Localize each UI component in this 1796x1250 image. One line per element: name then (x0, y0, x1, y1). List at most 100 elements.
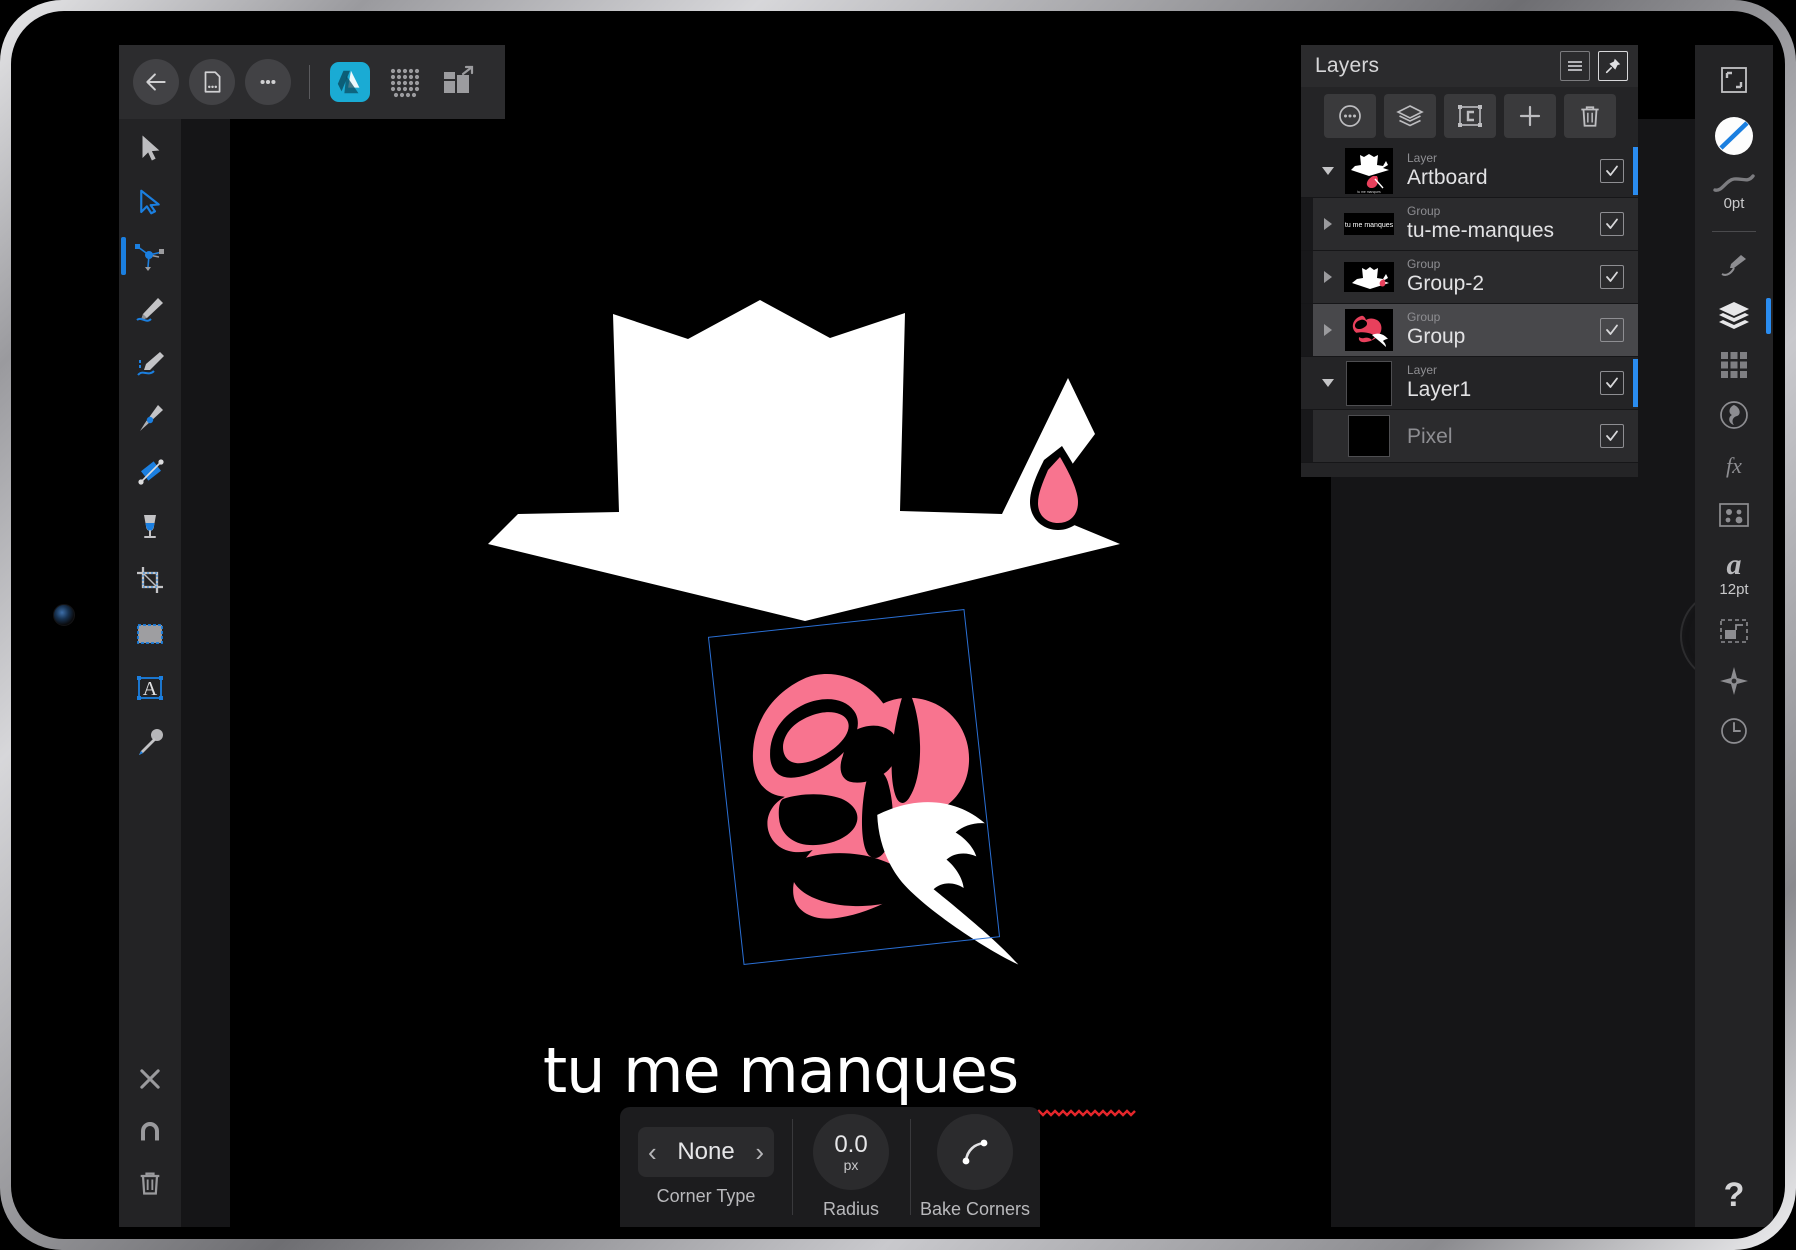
chevron-right-icon[interactable]: › (755, 1139, 764, 1165)
adjustments-studio-button[interactable] (1695, 390, 1773, 440)
rose-group-selection-box[interactable] (708, 609, 1000, 965)
layer-visibility-checkbox[interactable] (1600, 371, 1624, 395)
fill-tool[interactable] (119, 501, 181, 551)
layer-thumbnail: tu me manques (1343, 149, 1395, 194)
delete-layer-button[interactable] (1564, 94, 1616, 138)
vector-brush-icon (134, 348, 166, 380)
hamburger-icon (1566, 59, 1584, 73)
layers-stack-icon (1396, 102, 1424, 130)
svg-text:A: A (143, 678, 158, 700)
layer-row-group[interactable]: Group Group (1301, 304, 1638, 357)
transform-studio-button[interactable] (1695, 55, 1773, 105)
shape-builder-tool[interactable] (119, 447, 181, 497)
pen-tool[interactable] (119, 393, 181, 443)
move-tool[interactable] (119, 123, 181, 173)
dot-grid-icon (387, 65, 421, 99)
layers-list: tu me manques Layer Artboard (1301, 145, 1638, 463)
disclosure-down-icon[interactable] (1313, 163, 1343, 179)
layer-name: Group (1407, 324, 1600, 349)
crop-tool[interactable] (119, 555, 181, 605)
layers-stack-icon (1717, 299, 1751, 331)
deselect-button[interactable] (119, 1053, 181, 1105)
layer-kind: Layer (1407, 364, 1600, 377)
stroke-studio-button[interactable]: 0pt (1695, 161, 1773, 223)
layer-visibility-checkbox[interactable] (1600, 265, 1624, 289)
layer-visibility-checkbox[interactable] (1600, 212, 1624, 236)
layer-row-pixel[interactable]: Pixel (1301, 410, 1638, 463)
fx-icon: fx (1717, 450, 1751, 480)
snapping-button[interactable] (119, 1105, 181, 1157)
assets-studio-button[interactable] (1695, 490, 1773, 540)
layer-row-tu-me-manques[interactable]: tu me manques Group tu-me-manques (1301, 198, 1638, 251)
swatches-studio-button[interactable] (1695, 340, 1773, 390)
export-studio-button[interactable] (1695, 606, 1773, 656)
help-button[interactable]: ? (1695, 1163, 1773, 1227)
wordmark-text[interactable]: tu me manques (230, 1034, 1331, 1107)
node-tool[interactable] (119, 231, 181, 281)
layer-row-group-2[interactable]: Group Group-2 (1301, 251, 1638, 304)
back-button[interactable] (133, 59, 179, 105)
typography-a-icon: a (1717, 548, 1751, 580)
tablet-screen: tu me manques (11, 11, 1785, 1239)
colour-studio-button[interactable] (1695, 111, 1773, 161)
layer-label: Group Group (1395, 311, 1600, 349)
layer-visibility-checkbox[interactable] (1600, 159, 1624, 183)
compass-star-icon (1717, 665, 1751, 697)
layer-kind: Layer (1407, 152, 1600, 165)
more-options-button[interactable] (245, 59, 291, 105)
pencil-icon (134, 294, 166, 326)
radius-value-button[interactable]: 0.0 px (813, 1114, 889, 1190)
brushes-studio-button[interactable] (1695, 240, 1773, 290)
layer-selection-marker (1633, 147, 1638, 195)
transform-frame-icon (1719, 65, 1749, 95)
row-indent (1301, 357, 1313, 409)
bake-corners-button[interactable] (937, 1114, 1013, 1190)
row-indent (1301, 251, 1313, 303)
layers-panel-header: Layers (1301, 45, 1638, 87)
character-studio-button[interactable]: a 12pt (1695, 540, 1773, 606)
document-icon (199, 69, 225, 95)
layers-studio-button[interactable] (1695, 290, 1773, 340)
text-frame-a-icon: A (134, 672, 166, 704)
layer-row-artboard[interactable]: tu me manques Layer Artboard (1301, 145, 1638, 198)
node-select-tool[interactable] (119, 177, 181, 227)
text-tool[interactable]: A (119, 663, 181, 713)
trash-icon (136, 1169, 164, 1197)
clipping-button[interactable] (1444, 94, 1496, 138)
layer-row-layer1[interactable]: Layer Layer1 (1301, 357, 1638, 410)
layer-visibility-checkbox[interactable] (1600, 424, 1624, 448)
layers-list-options-button[interactable] (1560, 51, 1590, 81)
vector-brush-tool[interactable] (119, 339, 181, 389)
persona-export-button[interactable] (436, 60, 480, 104)
pin-panel-button[interactable] (1598, 51, 1628, 81)
crop-icon (134, 564, 166, 596)
layer-visibility-checkbox[interactable] (1600, 318, 1624, 342)
blend-options-button[interactable] (1324, 94, 1376, 138)
history-studio-button[interactable] (1695, 706, 1773, 756)
delete-button[interactable] (119, 1157, 181, 1209)
pencil-tool[interactable] (119, 285, 181, 335)
colour-picker-tool[interactable] (119, 717, 181, 767)
chevron-left-icon[interactable]: ‹ (648, 1139, 657, 1165)
add-layer-button[interactable] (1504, 94, 1556, 138)
disclosure-down-icon[interactable] (1313, 375, 1343, 391)
navigator-studio-button[interactable] (1695, 656, 1773, 706)
persona-pixel-button[interactable] (382, 60, 426, 104)
corner-type-caption: Corner Type (657, 1186, 756, 1207)
affinity-designer-icon (330, 62, 370, 102)
disclosure-right-icon[interactable] (1313, 216, 1343, 232)
shape-builder-icon (134, 456, 166, 488)
node-handles-icon (133, 241, 167, 271)
svg-text:tu me manques: tu me manques (1345, 222, 1394, 229)
artboard[interactable]: tu me manques (230, 119, 1331, 1227)
mask-layer-button[interactable] (1384, 94, 1436, 138)
effects-studio-button[interactable]: fx (1695, 440, 1773, 490)
corner-type-stepper[interactable]: ‹ None › (638, 1127, 774, 1177)
disclosure-right-icon[interactable] (1313, 322, 1343, 338)
rectangle-tool[interactable] (119, 609, 181, 659)
disclosure-right-icon[interactable] (1313, 269, 1343, 285)
row-indent (1301, 410, 1313, 462)
document-menu-button[interactable] (189, 59, 235, 105)
ellipsis-icon (255, 69, 281, 95)
persona-designer-button[interactable] (328, 60, 372, 104)
